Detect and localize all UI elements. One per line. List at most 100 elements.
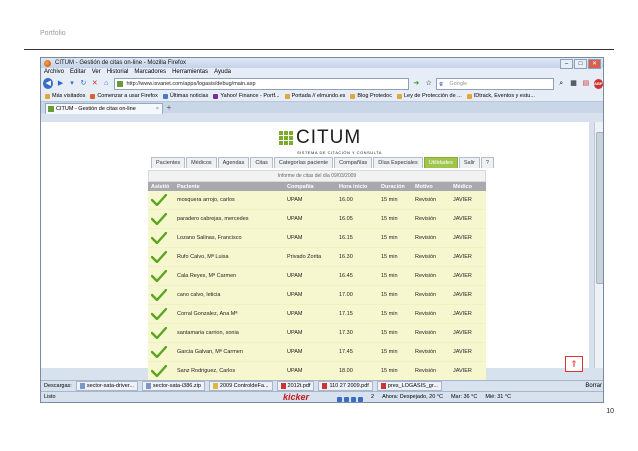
duration-cell: 15 min [378,266,412,286]
bookmark-star-icon[interactable]: ☆ [424,79,433,89]
bookmark-item[interactable]: Últimas noticias [162,91,208,101]
tab-favicon-icon [48,106,54,112]
tab-pacientes[interactable]: Pacientes [151,157,186,168]
tab-utilidades[interactable]: Utilidades [423,157,458,168]
addon-icon[interactable] [337,396,342,402]
menu-ayuda[interactable]: Ayuda [214,68,231,76]
tab-categorias-paciente[interactable]: Categorías paciente [273,157,334,168]
table-row[interactable]: Garcia Galvan, Mª Carmen UPAM 17.45 15 min R… [148,342,486,362]
back-arrow-icon[interactable]: ◀ [43,78,54,89]
clear-downloads-button[interactable]: Borrar [585,381,602,391]
file-icon [212,383,218,389]
maximize-button[interactable]: □ [574,59,587,69]
kicker-logo[interactable]: kicker [283,392,309,402]
bookmarks-bar: Más visitados Comenzar a usar Firefox Úl… [41,91,603,102]
duration-cell: 15 min [378,323,412,343]
table-row[interactable]: Lozano Salinas, Francisco UPAM 16.15 15 min… [148,228,486,248]
bookmark-folder-icon [350,93,356,99]
addon-icon[interactable] [351,396,356,402]
page-content: CITUM SISTEMA DE CITACIÓN Y CONSULTA Pac… [41,122,589,381]
page-icon[interactable]: ▦ [569,79,578,89]
vertical-scrollbar[interactable] [594,122,603,368]
bookmark-item[interactable]: Más visitados [45,91,85,101]
home-icon[interactable]: ⌂ [102,79,110,88]
scroll-to-top-button[interactable]: ⇑ [565,356,583,372]
file-icon [145,383,151,389]
tab-help[interactable]: ? [480,157,494,168]
forward-arrow-icon[interactable]: ▶ [56,79,64,88]
addon-icon[interactable] [344,396,349,402]
doctor-name-cell: JAVIER [450,266,486,286]
table-row[interactable]: Rufo Calvo, Mª Luisa Privado Zorita 16.30 1… [148,247,486,267]
menu-editar[interactable]: Editar [70,68,86,76]
menu-archivo[interactable]: Archivo [44,68,64,76]
adblock-icon[interactable]: ABP [593,78,603,89]
close-tab-icon[interactable]: × [156,104,159,114]
download-item[interactable]: pres_LOGASIS_gr... [376,381,442,391]
go-arrow-icon[interactable]: ➜ [412,79,421,89]
table-row[interactable]: Corral Gonzalez, Ana Mª UPAM 17.15 15 min Re… [148,304,486,324]
reason-cell: Revisión [412,247,450,267]
column-header: Médico [450,182,486,191]
reason-cell: Revisión [412,228,450,248]
pdf-file-icon [380,383,386,389]
bookmark-item[interactable]: Portada // elmundo.es [284,91,345,101]
minimize-button[interactable]: – [560,59,573,69]
download-item[interactable]: 110 27 2009.pdf [318,381,373,391]
menu-marcadores[interactable]: Marcadores [134,68,166,76]
table-row[interactable]: paradero cabrejas, mercedes UPAM 16.05 15 m… [148,209,486,229]
bookmark-item[interactable]: Yahoo! Finance - Portf... [213,91,280,101]
duration-cell: 15 min [378,285,412,305]
url-bar[interactable]: http://www.isvanet.com/apps/logasis/debu… [113,77,409,90]
menu-herramientas[interactable]: Herramientas [172,68,208,76]
download-item[interactable]: sector-sata-driver... [75,381,138,391]
reload-icon[interactable]: ↻ [79,79,87,88]
table-row[interactable]: mosquera arrojo, carlos UPAM 16.00 15 min Re… [148,191,486,210]
page-header: Portfolio [40,30,66,37]
rss-icon [162,93,168,99]
patient-name-cell: cano calvo, leticia [174,285,284,305]
site-favicon-icon [116,80,123,87]
menu-ver[interactable]: Ver [92,68,101,76]
menu-historial[interactable]: Historial [107,68,129,76]
tab-citas[interactable]: Citas [250,157,273,168]
table-row[interactable]: santamaria carrion, sonia UPAM 17.30 15 min… [148,323,486,343]
dropdown-icon[interactable]: ▾ [68,79,76,88]
company-name-cell: UPAM [284,323,336,343]
close-window-button[interactable]: ✕ [588,59,601,69]
download-item[interactable]: 2009 ControldeFa... [208,381,273,391]
addon-icon[interactable] [358,396,363,402]
table-row[interactable]: Cala Reyes, Mª Carmen UPAM 16.45 15 min Revi… [148,266,486,286]
start-time-cell: 16.30 [336,247,378,267]
download-item[interactable]: sector-sata-i386.zip [141,381,205,391]
tab-dias-especiales[interactable]: Días Especiales [373,157,423,168]
bookmark-item[interactable]: Ley de Protección de ... [396,91,462,101]
doctor-name-cell: JAVIER [450,285,486,305]
table-row[interactable]: cano calvo, leticia UPAM 17.00 15 min Revisi… [148,285,486,305]
scrollbar-thumb[interactable] [596,132,603,284]
new-tab-button[interactable]: + [163,103,175,112]
search-icon[interactable]: ⌕ [557,79,566,89]
attended-cell [148,285,174,305]
attended-cell [148,342,174,362]
checkmark-icon [151,194,167,206]
stop-icon[interactable]: ✕ [91,79,99,88]
pdf-icon[interactable]: ▤ [581,79,590,89]
table-row[interactable]: Sanz Rodriguez, Carlos UPAM 18.00 15 min Rev… [148,361,486,381]
search-input[interactable]: g Google [436,77,554,90]
weather-wednesday[interactable]: Mié: 31 °C [485,392,511,402]
weather-now[interactable]: Ahora: Despejado, 20 °C [382,392,443,402]
tab-companias[interactable]: Compañías [334,157,373,168]
bookmark-item[interactable]: IDtrack, Eventos y estu... [466,91,535,101]
tab-medicos[interactable]: Médicos [186,157,217,168]
tab-salir[interactable]: Salir [458,157,480,168]
download-item[interactable]: 2012t.pdf [276,381,315,391]
bookmark-item[interactable]: Comenzar a usar Firefox [90,91,158,101]
appointments-report: Informe de citas del día 09/03/2009 Asis… [148,170,486,381]
patient-name-cell: paradero cabrejas, mercedes [174,209,284,229]
weather-tuesday[interactable]: Mar: 36 °C [451,392,477,402]
patient-name-cell: Corral Gonzalez, Ana Mª [174,304,284,324]
browser-tab[interactable]: CITUM - Gestión de citas on-line × [45,103,163,114]
tab-agendas[interactable]: Agendas [217,157,250,168]
bookmark-item[interactable]: Blog Protedoc [350,91,392,101]
